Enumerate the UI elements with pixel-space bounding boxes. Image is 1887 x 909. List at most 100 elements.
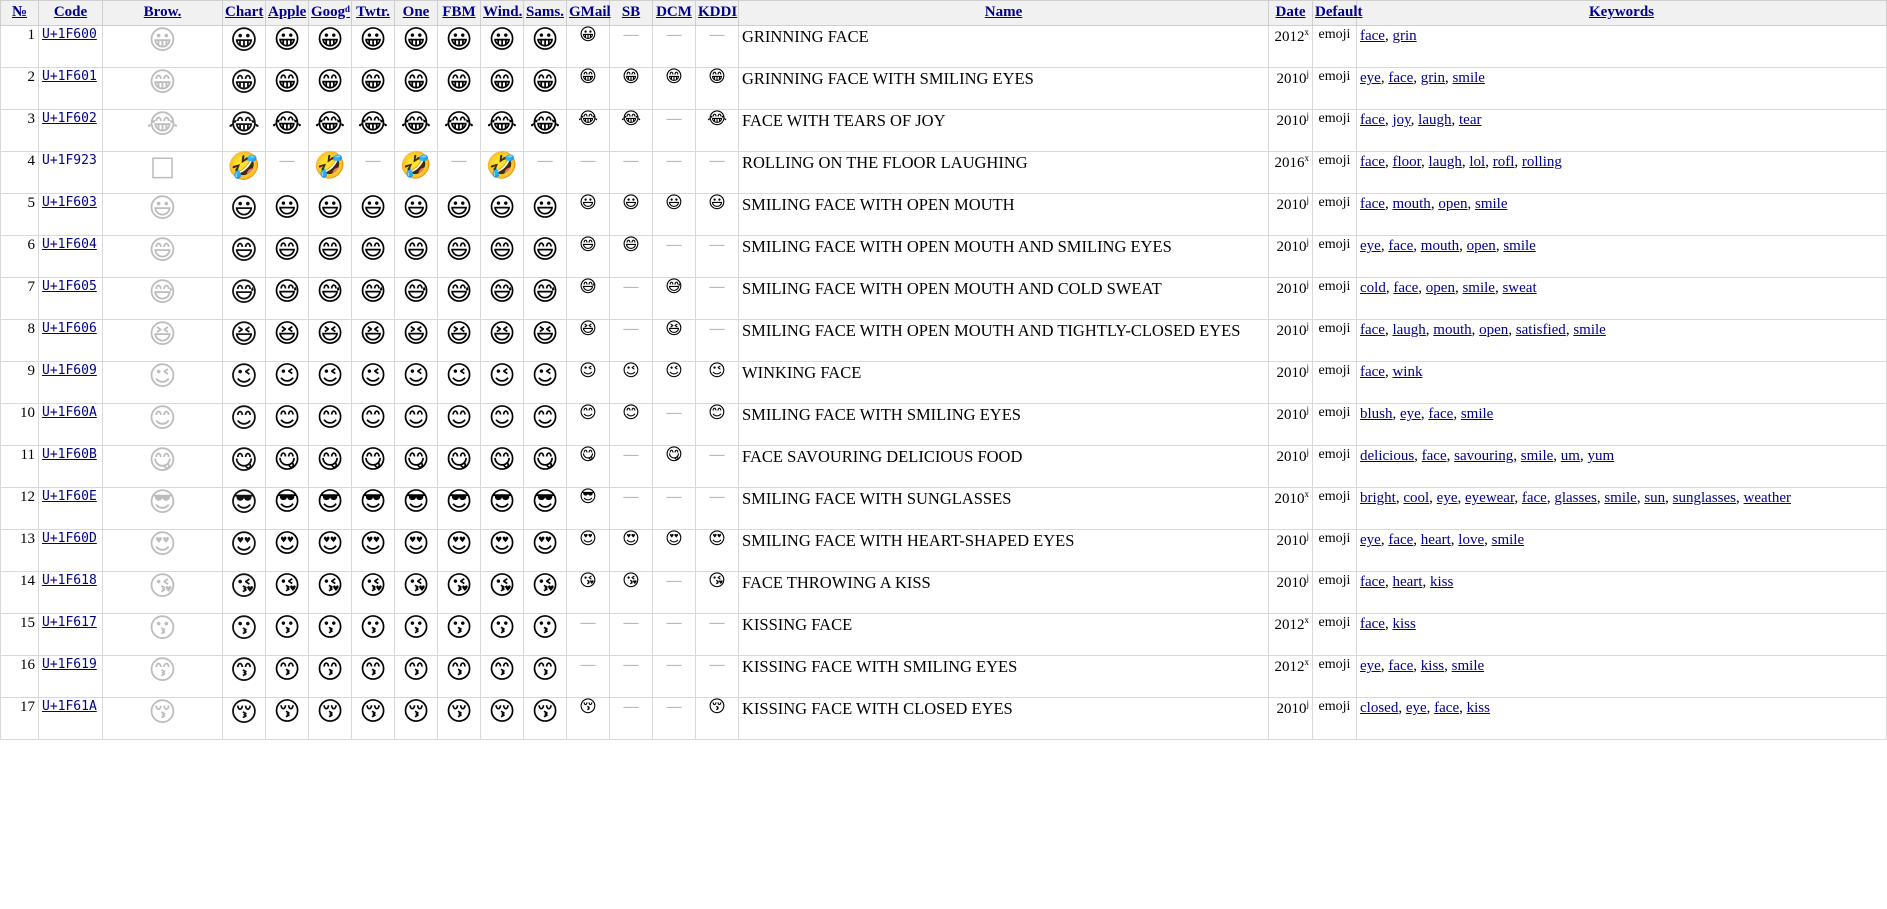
keyword-link[interactable]: grin [1421,70,1445,86]
column-header-twtr[interactable]: Twtr. [352,1,395,26]
keyword-link[interactable]: glasses [1554,490,1597,506]
keyword-link[interactable]: floor [1392,154,1421,170]
keyword-link[interactable]: kiss [1430,574,1453,590]
column-header-link-goog[interactable]: Googᵈ [311,4,350,20]
codepoint-cell[interactable]: U+1F923 [39,152,103,194]
keyword-link[interactable]: mouth [1433,322,1471,338]
codepoint-cell[interactable]: U+1F619 [39,656,103,698]
keyword-link[interactable]: heart [1392,574,1422,590]
keyword-link[interactable]: satisfied [1516,322,1566,338]
keywords-cell[interactable]: face, floor, laugh, lol, rofl, rolling [1357,152,1887,194]
keyword-link[interactable]: kiss [1467,700,1490,716]
keyword-link[interactable]: blush [1360,406,1393,422]
keyword-link[interactable]: face [1360,154,1385,170]
codepoint-cell[interactable]: U+1F617 [39,614,103,656]
codepoint-link[interactable]: U+1F60E [42,489,97,504]
column-header-code[interactable]: Code [39,1,103,26]
keyword-link[interactable]: face [1360,574,1385,590]
column-header-link-default[interactable]: Default [1315,4,1363,20]
keyword-link[interactable]: face [1428,406,1453,422]
keyword-link[interactable]: face [1393,280,1418,296]
keyword-link[interactable]: face [1388,70,1413,86]
keyword-link[interactable]: love [1458,532,1484,548]
keyword-link[interactable]: delicious [1360,448,1414,464]
keyword-link[interactable]: smile [1452,658,1485,674]
keyword-link[interactable]: joy [1392,112,1410,128]
codepoint-link[interactable]: U+1F606 [42,321,97,336]
keyword-link[interactable]: face [1360,364,1385,380]
keyword-link[interactable]: eye [1360,70,1381,86]
keyword-link[interactable]: face [1434,700,1459,716]
column-header-link-keywords[interactable]: Keywords [1589,4,1654,20]
codepoint-cell[interactable]: U+1F601 [39,68,103,110]
codepoint-link[interactable]: U+1F60D [42,531,97,546]
codepoint-cell[interactable]: U+1F61A [39,698,103,740]
keywords-cell[interactable]: face, joy, laugh, tear [1357,110,1887,152]
keyword-link[interactable]: cool [1403,490,1429,506]
keywords-cell[interactable]: bright, cool, eye, eyewear, face, glasse… [1357,488,1887,530]
codepoint-link[interactable]: U+1F60A [42,405,97,420]
keyword-link[interactable]: eye [1360,532,1381,548]
keyword-link[interactable]: laugh [1418,112,1451,128]
codepoint-cell[interactable]: U+1F603 [39,194,103,236]
keyword-link[interactable]: rofl [1493,154,1515,170]
keyword-link[interactable]: eye [1360,658,1381,674]
column-header-link-code[interactable]: Code [54,4,87,20]
column-header-one[interactable]: One [395,1,438,26]
keyword-link[interactable]: face [1360,196,1385,212]
keywords-cell[interactable]: cold, face, open, smile, sweat [1357,278,1887,320]
keyword-link[interactable]: tear [1459,112,1481,128]
keyword-link[interactable]: mouth [1392,196,1430,212]
column-header-date[interactable]: Date [1269,1,1313,26]
keyword-link[interactable]: smile [1503,238,1536,254]
keyword-link[interactable]: face [1388,658,1413,674]
keyword-link[interactable]: smile [1492,532,1525,548]
keyword-link[interactable]: eye [1437,490,1458,506]
keyword-link[interactable]: smile [1475,196,1508,212]
keyword-link[interactable]: wink [1392,364,1422,380]
column-header-gmail[interactable]: GMail [567,1,610,26]
keyword-link[interactable]: laugh [1429,154,1462,170]
keywords-cell[interactable]: delicious, face, savouring, smile, um, y… [1357,446,1887,488]
column-header-brow[interactable]: Brow. [103,1,223,26]
keyword-link[interactable]: sun [1644,490,1665,506]
column-header-link-brow[interactable]: Brow. [144,4,182,20]
keywords-cell[interactable]: eye, face, heart, love, smile [1357,530,1887,572]
keyword-link[interactable]: kiss [1421,658,1444,674]
keyword-link[interactable]: open [1438,196,1467,212]
keyword-link[interactable]: face [1360,616,1385,632]
codepoint-cell[interactable]: U+1F618 [39,572,103,614]
column-header-goog[interactable]: Googᵈ [309,1,352,26]
column-header-link-gmail[interactable]: GMail [569,4,611,20]
column-header-dcm[interactable]: DCM [653,1,696,26]
keywords-cell[interactable]: face, grin [1357,26,1887,68]
column-header-chart[interactable]: Chart [223,1,266,26]
keyword-link[interactable]: mouth [1421,238,1459,254]
column-header-apple[interactable]: Apple [266,1,309,26]
codepoint-cell[interactable]: U+1F602 [39,110,103,152]
codepoint-link[interactable]: U+1F604 [42,237,97,252]
column-header-link-wind[interactable]: Wind. [483,4,522,20]
column-header-default[interactable]: Default [1313,1,1357,26]
codepoint-cell[interactable]: U+1F60E [39,488,103,530]
keyword-link[interactable]: smile [1461,406,1494,422]
column-header-keywords[interactable]: Keywords [1357,1,1887,26]
codepoint-link[interactable]: U+1F609 [42,363,97,378]
keyword-link[interactable]: savouring [1454,448,1513,464]
keyword-link[interactable]: kiss [1392,616,1415,632]
keyword-link[interactable]: face [1388,238,1413,254]
keyword-link[interactable]: closed [1360,700,1398,716]
keywords-cell[interactable]: closed, eye, face, kiss [1357,698,1887,740]
keywords-cell[interactable]: blush, eye, face, smile [1357,404,1887,446]
codepoint-cell[interactable]: U+1F609 [39,362,103,404]
keyword-link[interactable]: heart [1421,532,1451,548]
keyword-link[interactable]: cold [1360,280,1386,296]
keyword-link[interactable]: eye [1360,238,1381,254]
keyword-link[interactable]: rolling [1522,154,1562,170]
keyword-link[interactable]: bright [1360,490,1396,506]
codepoint-cell[interactable]: U+1F605 [39,278,103,320]
keyword-link[interactable]: open [1426,280,1455,296]
keywords-cell[interactable]: face, heart, kiss [1357,572,1887,614]
codepoint-link[interactable]: U+1F602 [42,111,97,126]
column-header-fbm[interactable]: FBM [438,1,481,26]
